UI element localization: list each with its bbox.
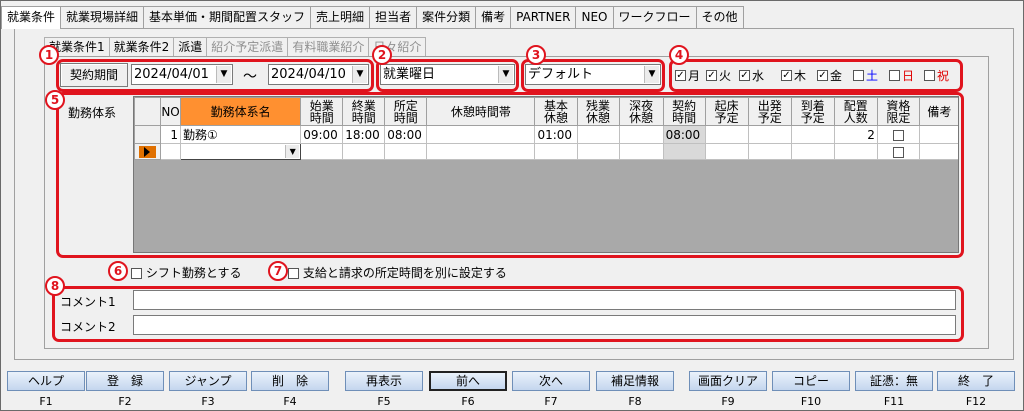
annotation-badge-2: 2 bbox=[372, 45, 392, 65]
f7-key-label: F7 bbox=[544, 395, 558, 408]
f1-key-label: F1 bbox=[39, 395, 53, 408]
separate-hours-checkbox[interactable]: 支給と請求の所定時間を別に設定する bbox=[288, 264, 507, 281]
highlight-box-8 bbox=[52, 286, 964, 342]
tab-case-category[interactable]: 案件分類 bbox=[416, 6, 477, 28]
annotation-badge-8: 8 bbox=[45, 276, 65, 296]
subtab-dispatch[interactable]: 派遣 bbox=[173, 37, 208, 57]
annotation-badge-5: 5 bbox=[45, 90, 65, 110]
help-button[interactable]: ヘルプ bbox=[7, 371, 85, 391]
tab-remarks[interactable]: 備考 bbox=[475, 6, 512, 28]
checkbox-icon[interactable] bbox=[131, 268, 142, 279]
tab-person-in-charge[interactable]: 担当者 bbox=[369, 6, 418, 28]
tab-unit-price-staff[interactable]: 基本単価・期間配置スタッフ bbox=[143, 6, 312, 28]
copy-button[interactable]: コピー bbox=[772, 371, 850, 391]
clear-screen-button[interactable]: 画面クリア bbox=[689, 371, 767, 391]
annotation-badge-6: 6 bbox=[108, 261, 128, 281]
highlight-box-1 bbox=[56, 59, 374, 92]
tab-work-conditions[interactable]: 就業条件 bbox=[1, 6, 62, 29]
function-key-bar: ヘルプ F1 登 録 F2 ジャンプ F3 削 除 F4 再表示 F5 前へ F… bbox=[0, 369, 1024, 411]
delete-button[interactable]: 削 除 bbox=[251, 371, 329, 391]
annotation-badge-3: 3 bbox=[526, 45, 546, 65]
tab-sales-details[interactable]: 売上明細 bbox=[310, 6, 371, 28]
subtab-temp-to-perm: 紹介予定派遣 bbox=[206, 37, 289, 57]
f11-key-label: F11 bbox=[883, 395, 905, 408]
previous-button[interactable]: 前へ bbox=[429, 371, 507, 391]
tab-neo[interactable]: NEO bbox=[575, 6, 614, 28]
annotation-badge-1: 1 bbox=[39, 45, 59, 65]
supplement-info-button[interactable]: 補足情報 bbox=[596, 371, 674, 391]
tab-partner[interactable]: PARTNER bbox=[510, 6, 577, 28]
next-button[interactable]: 次へ bbox=[512, 371, 590, 391]
tab-other[interactable]: その他 bbox=[695, 6, 744, 28]
sub-tab-strip: 就業条件1 就業条件2 派遣 紹介予定派遣 有料職業紹介 日々紹介 bbox=[44, 37, 427, 57]
checkbox-icon[interactable] bbox=[288, 268, 299, 279]
exit-button[interactable]: 終 了 bbox=[937, 371, 1015, 391]
f4-key-label: F4 bbox=[283, 395, 297, 408]
tab-site-details[interactable]: 就業現場詳細 bbox=[60, 6, 145, 28]
jump-button[interactable]: ジャンプ bbox=[169, 371, 247, 391]
f9-key-label: F9 bbox=[721, 395, 735, 408]
subtab-paid-placement: 有料職業紹介 bbox=[287, 37, 370, 57]
annotation-badge-4: 4 bbox=[669, 45, 689, 65]
f12-key-label: F12 bbox=[965, 395, 987, 408]
f6-key-label: F6 bbox=[461, 395, 475, 408]
highlight-box-2 bbox=[376, 59, 519, 92]
f3-key-label: F3 bbox=[201, 395, 215, 408]
subtab-conditions-2[interactable]: 就業条件2 bbox=[108, 37, 175, 57]
highlight-box-3 bbox=[521, 59, 665, 92]
separate-hours-label: 支給と請求の所定時間を別に設定する bbox=[302, 266, 507, 280]
annotation-badge-7: 7 bbox=[268, 261, 288, 281]
refresh-button[interactable]: 再表示 bbox=[345, 371, 423, 391]
highlight-box-5 bbox=[56, 92, 964, 258]
main-tab-strip: 就業条件 就業現場詳細 基本単価・期間配置スタッフ 売上明細 担当者 案件分類 … bbox=[1, 6, 744, 29]
evidence-button[interactable]: 証憑：無 bbox=[855, 371, 933, 391]
register-button[interactable]: 登 録 bbox=[86, 371, 164, 391]
highlight-box-4 bbox=[669, 59, 963, 92]
tab-workflow[interactable]: ワークフロー bbox=[612, 6, 697, 28]
f5-key-label: F5 bbox=[377, 395, 391, 408]
f8-key-label: F8 bbox=[628, 395, 642, 408]
f10-key-label: F10 bbox=[800, 395, 822, 408]
f2-key-label: F2 bbox=[118, 395, 132, 408]
shift-work-checkbox[interactable]: シフト勤務とする bbox=[131, 264, 241, 281]
shift-work-label: シフト勤務とする bbox=[145, 266, 242, 280]
